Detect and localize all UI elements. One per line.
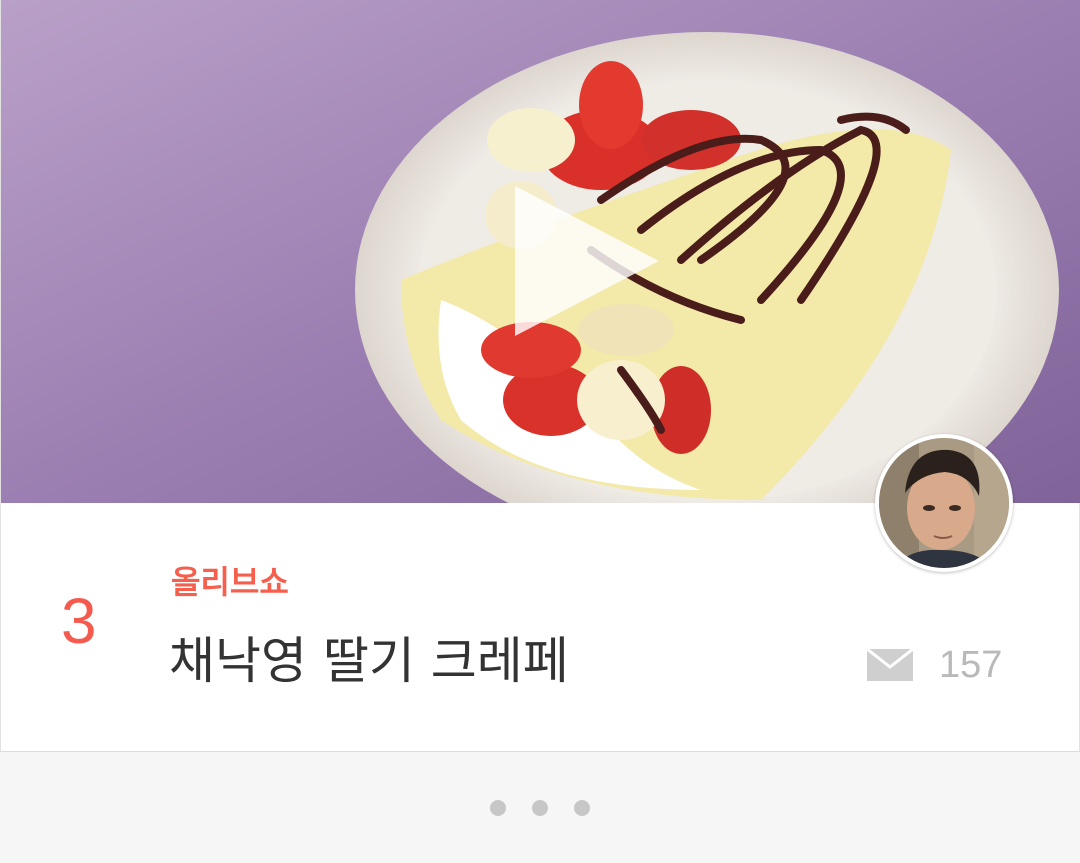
- rank-number: 3: [61, 585, 97, 657]
- envelope-icon: [866, 647, 914, 681]
- page-indicator: [0, 752, 1080, 863]
- video-title[interactable]: 채낙영 딸기 크레페: [169, 628, 569, 694]
- comment-count[interactable]: 157: [866, 640, 1003, 690]
- video-thumbnail[interactable]: [1, 0, 1080, 503]
- category-label[interactable]: 올리브쇼: [171, 560, 289, 604]
- page-dot-2[interactable]: [532, 799, 548, 816]
- video-card[interactable]: 3 올리브쇼 채낙영 딸기 크레페 157: [0, 0, 1080, 752]
- play-icon[interactable]: [515, 186, 659, 336]
- avatar[interactable]: [875, 434, 1013, 572]
- page-dot-1[interactable]: [490, 799, 506, 816]
- page-dot-3[interactable]: [574, 799, 590, 816]
- comment-count-value: 157: [939, 643, 1003, 686]
